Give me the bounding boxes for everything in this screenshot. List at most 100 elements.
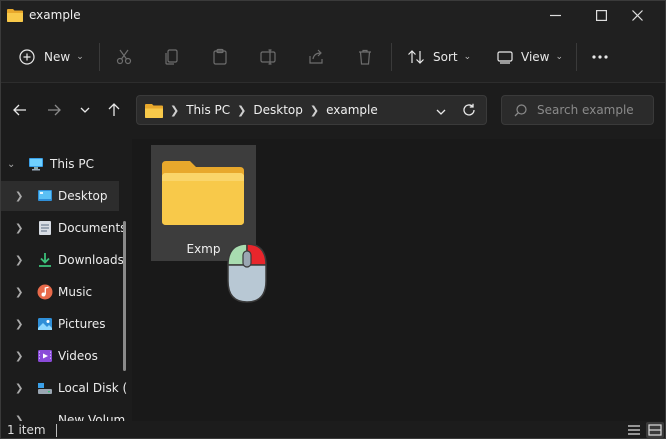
sidebar-item-music[interactable]: ❯ Music <box>1 277 119 307</box>
paste-button[interactable] <box>211 45 229 69</box>
sidebar-item-label: Desktop <box>58 189 108 203</box>
new-button[interactable]: New ⌄ <box>19 45 84 69</box>
sidebar-item-desktop[interactable]: ❯ Desktop <box>1 181 119 211</box>
pictures-icon <box>37 316 53 332</box>
large-icons-view-button[interactable] <box>646 422 664 438</box>
sidebar-item-pictures[interactable]: ❯ Pictures <box>1 309 119 339</box>
chevron-right-icon: ❯ <box>15 318 24 330</box>
refresh-button[interactable] <box>462 103 476 120</box>
breadcrumb-this-pc[interactable]: This PC <box>186 103 230 117</box>
new-label: New <box>44 50 71 64</box>
search-icon <box>514 103 527 117</box>
minimize-button[interactable] <box>535 1 575 29</box>
chevron-right-icon: ❯ <box>15 222 24 234</box>
delete-button[interactable] <box>356 45 374 69</box>
sidebar-item-label: Downloads <box>58 253 124 267</box>
sidebar-item-this-pc[interactable]: ⌄ This PC <box>1 149 119 179</box>
minimize-icon <box>549 14 561 16</box>
command-bar: New ⌄ Sort ⌄ View ⌄ <box>1 31 665 83</box>
computer-icon <box>28 156 44 172</box>
chevron-down-icon: ⌄ <box>463 52 472 62</box>
breadcrumb-desktop[interactable]: Desktop <box>253 103 303 117</box>
downloads-icon <box>37 252 53 268</box>
window-title: example <box>29 8 81 22</box>
sidebar-item-label: Videos <box>58 349 98 363</box>
close-button[interactable] <box>617 1 657 29</box>
chevron-right-icon: ❯ <box>309 103 320 117</box>
navigation-pane: ⌄ This PC ❯ Desktop ❯ Documents ❯ Downlo… <box>1 139 131 421</box>
maximize-icon <box>595 9 607 21</box>
desktop-icon <box>37 188 53 204</box>
chevron-right-icon: ❯ <box>15 382 24 394</box>
documents-icon <box>37 220 53 236</box>
search-input[interactable]: Search example <box>501 95 654 125</box>
folder-icon <box>145 103 163 118</box>
chevron-right-icon: ❯ <box>15 350 24 362</box>
forward-button[interactable] <box>43 99 65 121</box>
sidebar-item-videos[interactable]: ❯ Videos <box>1 341 119 371</box>
sort-button[interactable]: Sort ⌄ <box>407 45 471 69</box>
plus-circle-icon <box>19 49 35 65</box>
details-view-button[interactable] <box>625 422 643 438</box>
copy-icon <box>165 49 178 65</box>
arrow-up-icon <box>108 103 120 116</box>
file-explorer-window: example New ⌄ Sort ⌄ View ⌄ ❯ This PC ❯ … <box>0 0 666 439</box>
chevron-right-icon: ❯ <box>170 103 180 117</box>
sort-label: Sort <box>433 50 458 64</box>
chevron-right-icon: ❯ <box>237 103 247 117</box>
more-icon <box>592 55 608 59</box>
copy-button[interactable] <box>163 45 181 69</box>
music-icon <box>37 284 53 300</box>
chevron-right-icon: ❯ <box>15 286 24 298</box>
chevron-right-icon: ❯ <box>15 254 24 266</box>
view-label: View <box>521 50 550 64</box>
back-button[interactable] <box>9 99 31 121</box>
toolbar-divider <box>576 43 577 71</box>
sidebar-item-label: New Volum <box>58 413 126 421</box>
drive-icon <box>37 412 53 421</box>
view-icon <box>497 51 513 64</box>
sidebar-item-documents[interactable]: ❯ Documents <box>1 213 126 243</box>
status-divider <box>56 424 57 437</box>
more-button[interactable] <box>592 45 608 69</box>
up-button[interactable] <box>103 99 125 121</box>
folder-icon <box>160 159 246 227</box>
refresh-icon <box>463 103 475 116</box>
close-icon <box>631 9 643 21</box>
chevron-down-icon <box>80 107 90 113</box>
sort-icon <box>408 50 424 64</box>
toolbar-divider <box>99 43 100 71</box>
sidebar-item-label: Documents <box>58 221 127 235</box>
arrow-right-icon <box>48 104 61 116</box>
view-button[interactable]: View ⌄ <box>497 45 563 69</box>
sidebar-item-local-disk[interactable]: ❯ Local Disk ( <box>1 373 127 403</box>
cut-button[interactable] <box>115 45 133 69</box>
recent-locations-button[interactable] <box>74 99 96 121</box>
sidebar-item-label: This PC <box>50 157 94 171</box>
sidebar-item-label: Music <box>58 285 93 299</box>
chevron-right-icon: ❯ <box>15 190 24 202</box>
share-button[interactable] <box>307 45 325 69</box>
drive-icon <box>37 380 53 396</box>
search-placeholder: Search example <box>537 103 634 117</box>
address-bar[interactable]: ❯ This PC ❯ Desktop ❯ example <box>136 95 487 125</box>
sidebar-scrollbar[interactable] <box>123 221 126 371</box>
rename-icon <box>260 49 276 65</box>
details-view-icon <box>628 425 640 435</box>
delete-icon <box>359 49 371 65</box>
file-list: Exmp <box>132 139 665 421</box>
chevron-down-icon: ⌄ <box>76 52 84 62</box>
folder-icon <box>7 8 23 22</box>
maximize-button[interactable] <box>581 1 621 29</box>
address-dropdown-button[interactable] <box>436 104 446 118</box>
share-icon <box>309 49 323 64</box>
videos-icon <box>37 348 53 364</box>
sidebar-item-new-volume[interactable]: ❯ New Volum <box>1 405 125 421</box>
breadcrumb-example[interactable]: example <box>326 103 378 117</box>
rename-button[interactable] <box>259 45 277 69</box>
toolbar-divider <box>391 43 392 71</box>
navigation-row: ❯ This PC ❯ Desktop ❯ example Search exa… <box>1 83 665 139</box>
title-bar: example <box>1 1 665 31</box>
mouse-click-icon <box>225 241 269 305</box>
sidebar-item-downloads[interactable]: ❯ Downloads <box>1 245 124 275</box>
